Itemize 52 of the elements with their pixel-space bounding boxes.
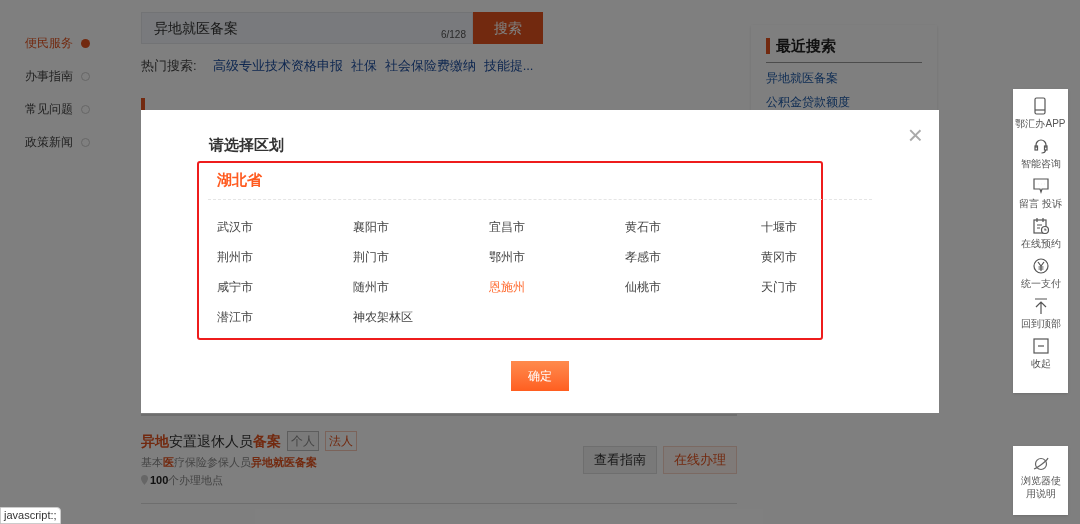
city-option[interactable]: 荆门市 — [353, 248, 389, 266]
hot-search-link[interactable]: 高级专业技术资格申报 — [212, 56, 343, 76]
recent-search-link[interactable]: 异地就医备案 — [766, 68, 922, 87]
toolbar-link[interactable]: 收起 — [1030, 357, 1051, 371]
result-title[interactable]: 异地安置退休人员备案 — [141, 430, 281, 452]
city-option[interactable]: 随州市 — [353, 278, 389, 296]
city-option[interactable]: 神农架林区 — [353, 308, 413, 326]
tag: 法人 — [325, 431, 357, 451]
city-option[interactable]: 咸宁市 — [217, 278, 253, 296]
toolbar-link[interactable]: 留言 投诉 — [1019, 197, 1062, 211]
headset-icon[interactable] — [1031, 137, 1050, 155]
character-counter: 6/128 — [440, 28, 466, 42]
hot-search-link[interactable]: 社会保险费缴纳 — [384, 56, 476, 76]
city-option[interactable]: 潜江市 — [217, 308, 253, 326]
city-option[interactable]: 荆州市 — [217, 248, 253, 266]
city-option[interactable]: 天门市 — [761, 278, 797, 296]
province-name: 湖北省 — [217, 170, 262, 190]
city-option[interactable]: 襄阳市 — [353, 218, 389, 236]
toolbar-link[interactable]: 在线预约 — [1020, 237, 1061, 251]
toolbar-link[interactable]: 回到顶部 — [1020, 317, 1061, 331]
dialog-title: 请选择区划 — [209, 135, 284, 155]
view-guide-button[interactable]: 查看指南 — [583, 445, 657, 474]
city-option[interactable]: 十堰市 — [761, 218, 797, 236]
city-option[interactable]: 孝感市 — [625, 248, 661, 266]
nav-item[interactable]: 办事指南 — [25, 67, 73, 85]
hot-search-link[interactable]: 技能提... — [483, 56, 534, 76]
globe-icon[interactable] — [1031, 456, 1050, 472]
city-option[interactable]: 宜昌市 — [489, 218, 525, 236]
yen-coin-icon[interactable] — [1031, 257, 1050, 275]
calendar-icon[interactable] — [1031, 217, 1050, 235]
nav-item[interactable]: 政策新闻 — [25, 133, 73, 151]
city-option[interactable]: 仙桃市 — [625, 278, 661, 296]
toolbar-link[interactable]: 统一支付 — [1020, 277, 1061, 291]
toolbar-link[interactable]: 智能咨询 — [1020, 157, 1061, 171]
hot-search-link[interactable]: 社保 — [350, 56, 377, 76]
browser-help-link[interactable]: 浏览器使用说明 — [1020, 474, 1061, 500]
heading-accent — [766, 38, 770, 55]
minus-square-icon[interactable] — [1031, 337, 1050, 355]
search-field[interactable]: 异地就医备案 6/128 — [141, 12, 473, 44]
city-option[interactable]: 武汉市 — [217, 218, 253, 236]
search-value: 异地就医备案 — [154, 18, 238, 38]
city-option[interactable]: 黄冈市 — [761, 248, 797, 266]
status-url: javascript:; — [0, 507, 61, 524]
card-title: 最近搜索 — [776, 36, 836, 56]
chat-bubble-icon[interactable] — [1031, 177, 1050, 195]
location-pin-icon — [141, 475, 148, 486]
city-option[interactable]: 黄石市 — [625, 218, 661, 236]
city-option[interactable]: 鄂州市 — [489, 248, 525, 266]
recent-search-link[interactable]: 公积金贷款额度 — [766, 92, 922, 111]
hot-search-label: 热门搜索: — [141, 57, 197, 75]
toolbar-link[interactable]: 鄂汇办APP — [1015, 117, 1066, 131]
nav-item[interactable]: 常见问题 — [25, 100, 73, 118]
